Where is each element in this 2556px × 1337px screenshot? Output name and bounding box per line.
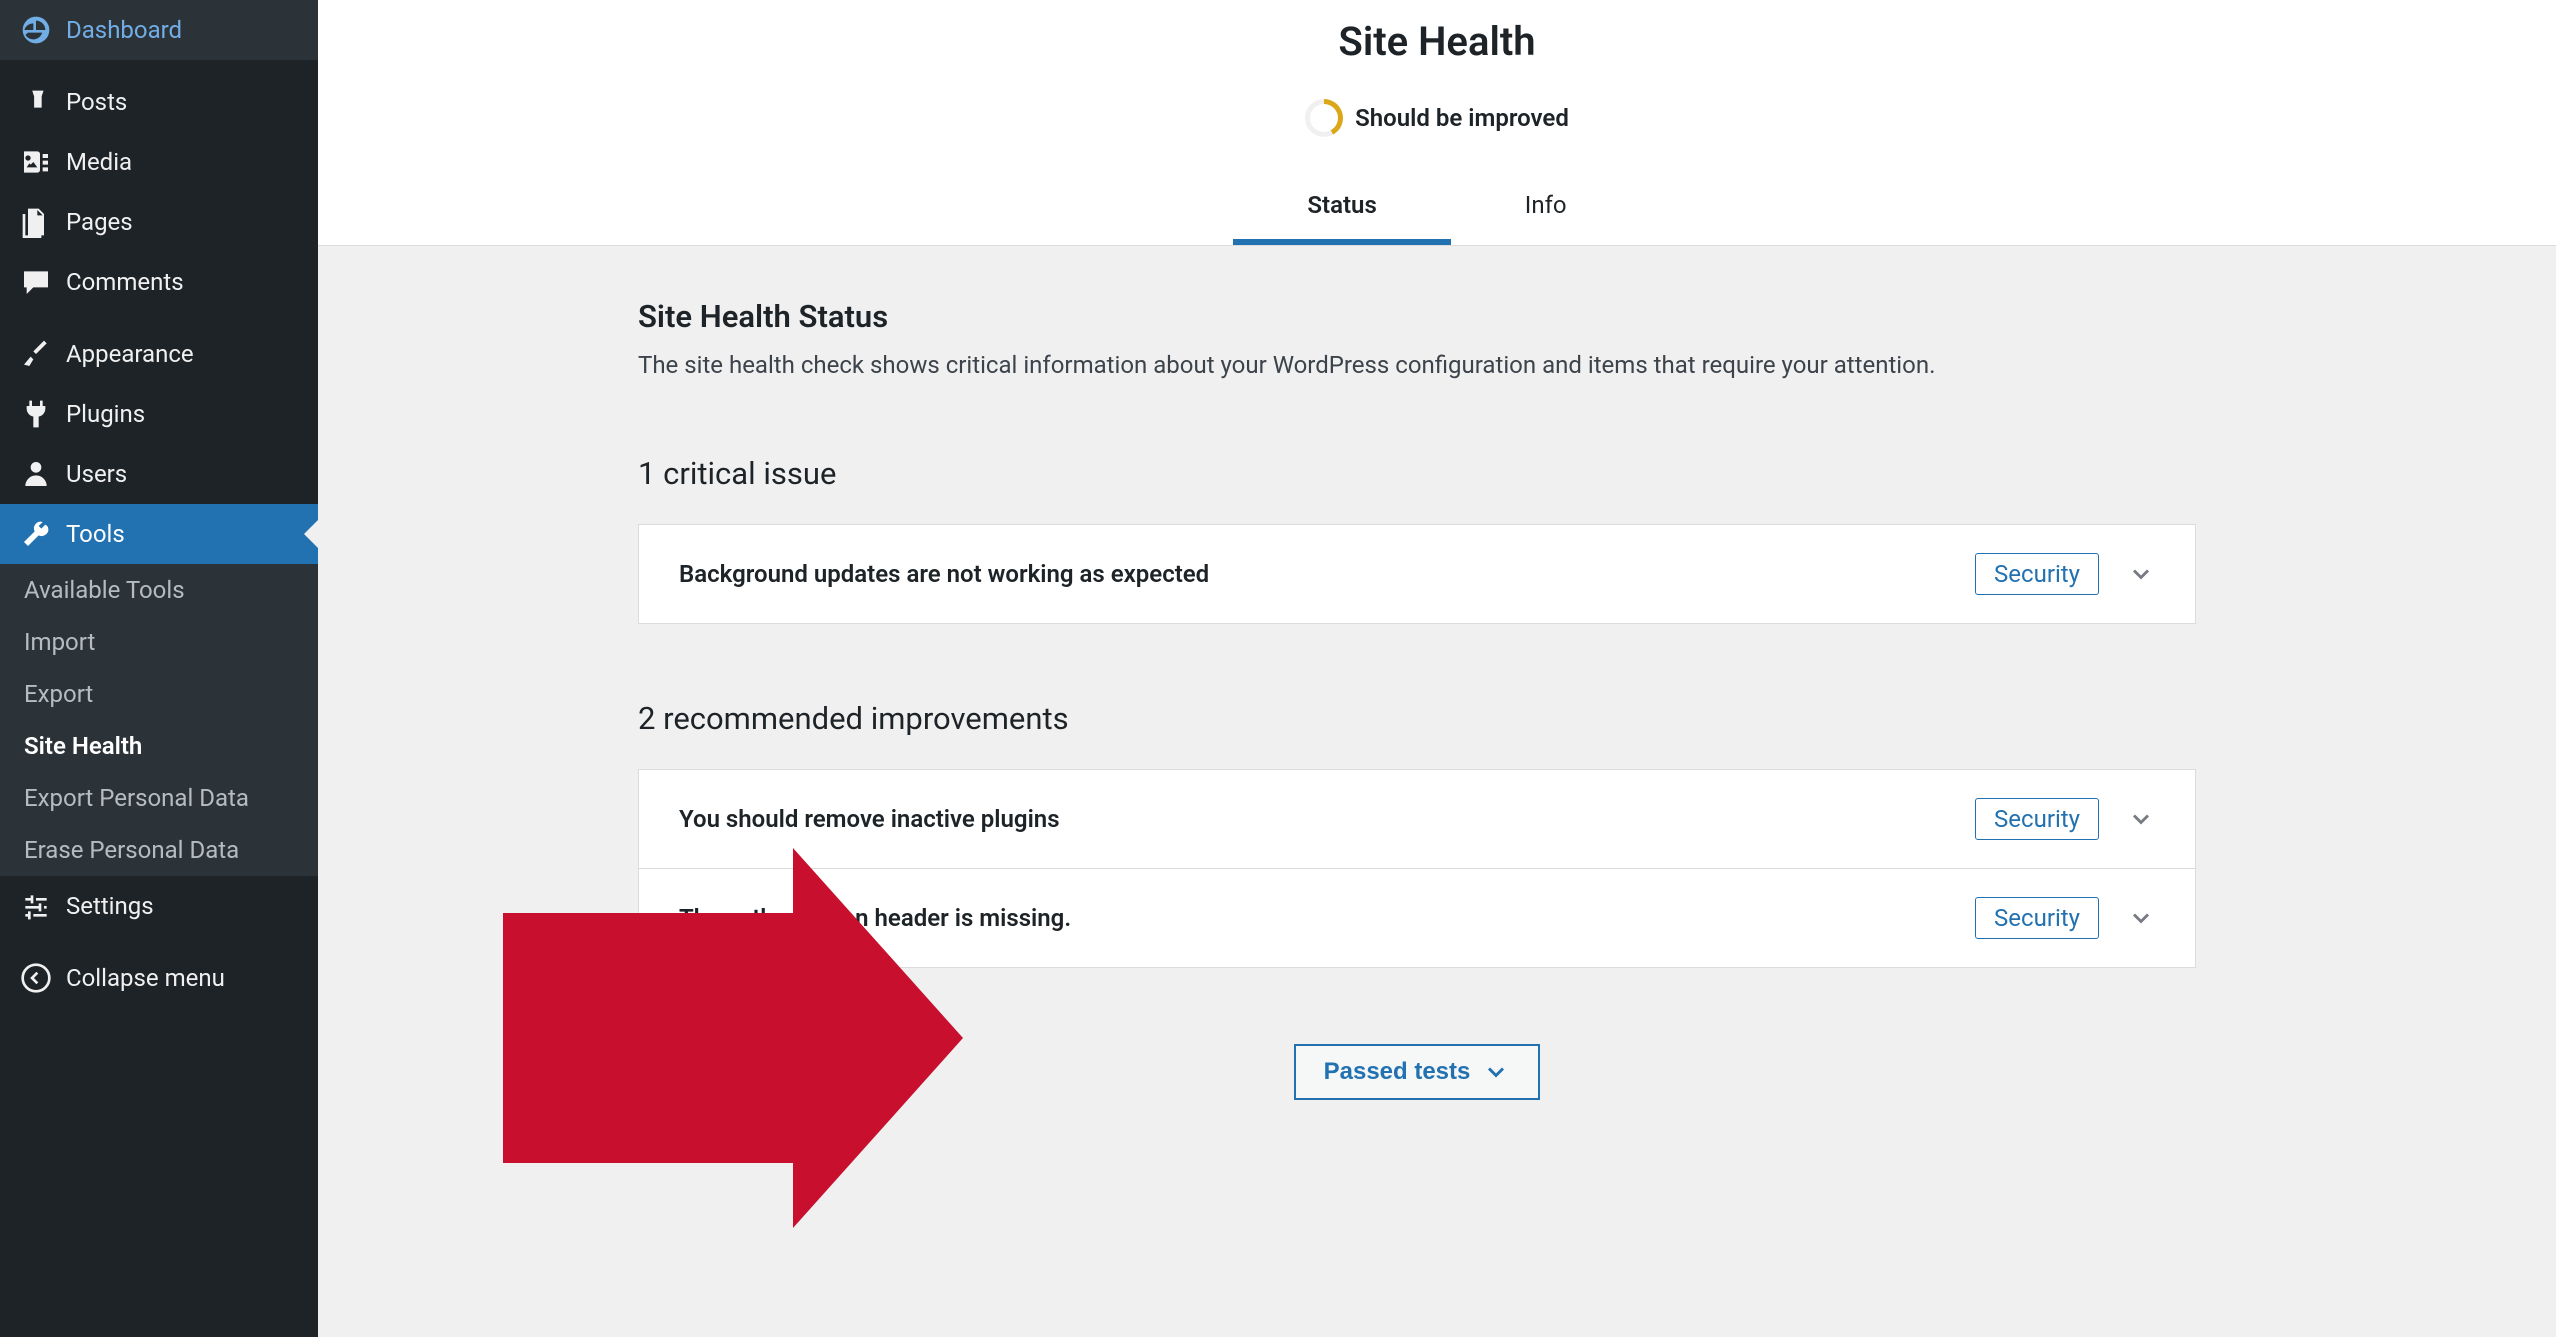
wrench-icon: [20, 518, 52, 550]
media-icon: [20, 146, 52, 178]
tabs: Status Info: [318, 173, 2556, 246]
critical-heading: 1 critical issue: [638, 455, 2196, 492]
security-badge: Security: [1975, 897, 2099, 939]
sidebar-item-label: Collapse menu: [66, 964, 225, 992]
submenu-export[interactable]: Export: [0, 668, 318, 720]
sliders-icon: [20, 890, 52, 922]
sidebar-item-users[interactable]: Users: [0, 444, 318, 504]
chevron-down-icon: [2127, 560, 2155, 588]
tab-status[interactable]: Status: [1233, 173, 1450, 245]
submenu-import[interactable]: Import: [0, 616, 318, 668]
submenu-site-health[interactable]: Site Health: [0, 720, 318, 772]
tools-submenu: Available Tools Import Export Site Healt…: [0, 564, 318, 876]
issue-item[interactable]: Background updates are not working as ex…: [639, 525, 2195, 623]
collapse-icon: [20, 962, 52, 994]
comment-icon: [20, 266, 52, 298]
user-icon: [20, 458, 52, 490]
sidebar-item-label: Pages: [66, 208, 133, 236]
issue-title: Background updates are not working as ex…: [679, 560, 1975, 588]
tab-info[interactable]: Info: [1451, 173, 1641, 245]
submenu-erase-personal-data[interactable]: Erase Personal Data: [0, 824, 318, 876]
passed-tests-button[interactable]: Passed tests: [1294, 1044, 1541, 1100]
chevron-down-icon: [2127, 805, 2155, 833]
sidebar-item-dashboard[interactable]: Dashboard: [0, 0, 318, 60]
sidebar-item-label: Posts: [66, 88, 127, 116]
sidebar-item-tools[interactable]: Tools: [0, 504, 318, 564]
pin-icon: [20, 86, 52, 118]
sidebar-item-label: Tools: [66, 520, 125, 548]
sidebar-item-posts[interactable]: Posts: [0, 72, 318, 132]
passed-tests-label: Passed tests: [1324, 1058, 1471, 1086]
sidebar-item-label: Plugins: [66, 400, 145, 428]
sidebar-item-label: Users: [66, 460, 127, 488]
security-badge: Security: [1975, 798, 2099, 840]
sidebar-item-label: Comments: [66, 268, 184, 296]
page-title: Site Health: [318, 18, 2556, 65]
plug-icon: [20, 398, 52, 430]
chevron-down-icon: [1482, 1058, 1510, 1086]
status-indicator: Should be improved: [318, 99, 2556, 137]
issue-title: You should remove inactive plugins: [679, 805, 1975, 833]
issue-title: The authorization header is missing.: [679, 904, 1975, 932]
sidebar-item-plugins[interactable]: Plugins: [0, 384, 318, 444]
sidebar-item-label: Appearance: [66, 340, 194, 368]
content-area: Site Health Status The site health check…: [318, 246, 2556, 1337]
sidebar-collapse[interactable]: Collapse menu: [0, 948, 318, 1008]
status-text: Should be improved: [1355, 104, 1569, 132]
sidebar-item-appearance[interactable]: Appearance: [0, 324, 318, 384]
sidebar-item-label: Dashboard: [66, 16, 182, 44]
issue-item[interactable]: You should remove inactive plugins Secur…: [639, 770, 2195, 869]
sidebar-item-settings[interactable]: Settings: [0, 876, 318, 936]
dashboard-icon: [20, 14, 52, 46]
submenu-export-personal-data[interactable]: Export Personal Data: [0, 772, 318, 824]
section-description: The site health check shows critical inf…: [638, 351, 2196, 379]
submenu-available-tools[interactable]: Available Tools: [0, 564, 318, 616]
chevron-down-icon: [2127, 904, 2155, 932]
critical-list: Background updates are not working as ex…: [638, 524, 2196, 624]
status-progress-circle: [1305, 99, 1343, 137]
brush-icon: [20, 338, 52, 370]
main-content: Site Health Should be improved Status In…: [318, 0, 2556, 1337]
issue-item[interactable]: The authorization header is missing. Sec…: [639, 869, 2195, 967]
section-title: Site Health Status: [638, 298, 2196, 335]
sidebar-item-pages[interactable]: Pages: [0, 192, 318, 252]
recommended-heading: 2 recommended improvements: [638, 700, 2196, 737]
sidebar-item-media[interactable]: Media: [0, 132, 318, 192]
sidebar-item-comments[interactable]: Comments: [0, 252, 318, 312]
security-badge: Security: [1975, 553, 2099, 595]
sidebar-item-label: Settings: [66, 892, 154, 920]
admin-sidebar: Dashboard Posts Media Pages Comments App…: [0, 0, 318, 1337]
recommended-list: You should remove inactive plugins Secur…: [638, 769, 2196, 968]
page-header: Site Health Should be improved Status In…: [318, 0, 2556, 246]
sidebar-item-label: Media: [66, 148, 132, 176]
pages-icon: [20, 206, 52, 238]
